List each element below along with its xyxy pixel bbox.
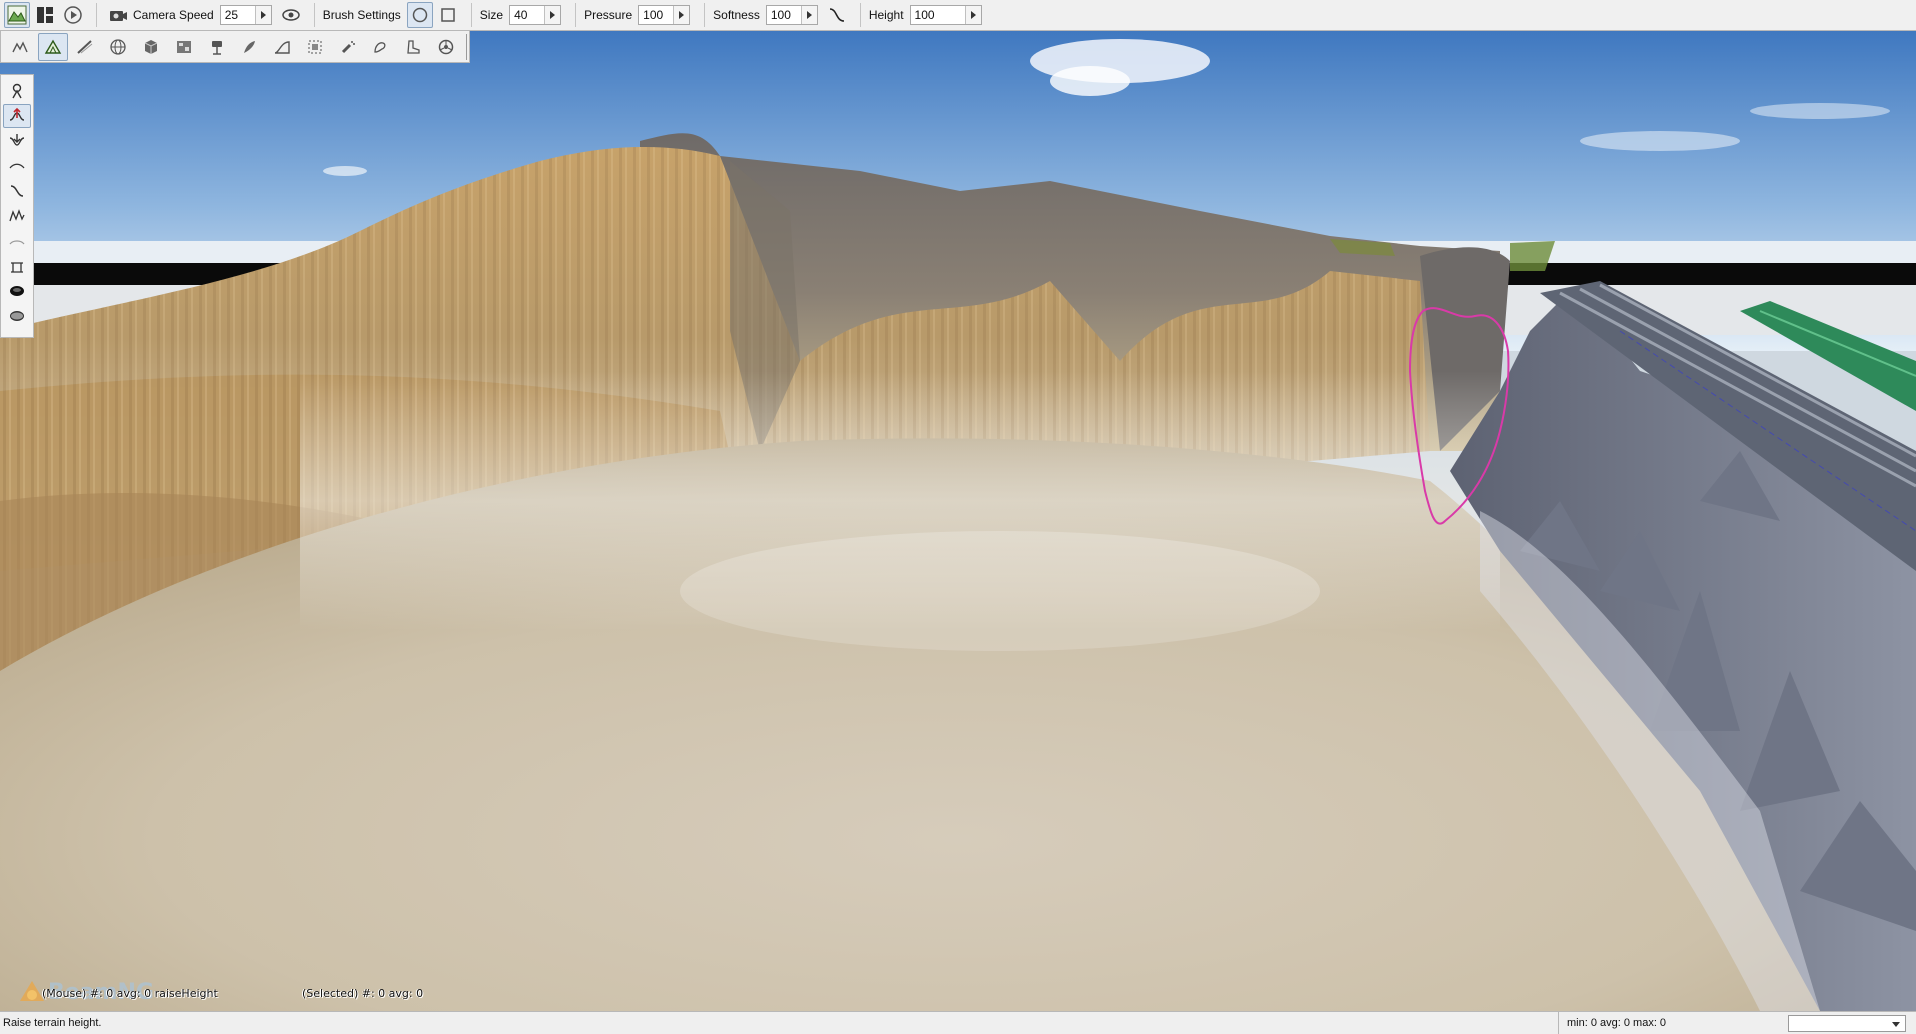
globe-icon[interactable]	[103, 33, 133, 61]
palette-grip[interactable]	[465, 33, 469, 60]
tool-palette	[0, 31, 470, 63]
smooth-icon[interactable]	[3, 154, 31, 178]
softness-field[interactable]: 100	[765, 5, 818, 25]
pressure-value[interactable]: 100	[639, 6, 673, 24]
height-value[interactable]: 100	[911, 6, 965, 24]
terrain-import-icon[interactable]	[5, 33, 35, 61]
status-bar: Raise terrain height. min: 0 avg: 0 max:…	[0, 1011, 1916, 1034]
pressure-arrow[interactable]	[673, 6, 690, 24]
terrain-paint-icon[interactable]	[37, 32, 68, 61]
softness-label: Softness	[713, 8, 760, 22]
hand-icon[interactable]	[366, 33, 396, 61]
circle-brush-icon[interactable]	[406, 2, 433, 28]
terrain-viewport[interactable]: (Mouse) #: 0 avg: 0 raiseHeight (Selecte…	[0, 31, 1916, 1011]
size-field[interactable]: 40	[509, 5, 562, 25]
ellipse-icon[interactable]	[3, 304, 31, 328]
hole-icon[interactable]	[3, 279, 31, 303]
height-field[interactable]: 100	[909, 5, 982, 25]
feather-icon[interactable]	[234, 33, 264, 61]
road-icon[interactable]	[71, 33, 101, 61]
lower-height-icon[interactable]	[3, 129, 31, 153]
boot-icon[interactable]	[398, 33, 428, 61]
toolbar-separator	[859, 3, 861, 27]
softness-curve-icon[interactable]	[824, 2, 850, 28]
brush-settings-label: Brush Settings	[322, 8, 401, 22]
flatten-icon[interactable]	[3, 229, 31, 253]
toolbar-separator	[704, 3, 706, 27]
height-arrow[interactable]	[964, 6, 981, 24]
size-arrow[interactable]	[544, 6, 561, 24]
camera-icon[interactable]	[105, 2, 131, 28]
camera-speed-value[interactable]: 25	[221, 6, 255, 24]
clear-icon[interactable]	[3, 254, 31, 278]
toolbar-separator	[96, 3, 97, 27]
status-message: Raise terrain height.	[3, 1017, 102, 1029]
selected-info-text: (Selected) #: 0 avg: 0	[302, 987, 424, 1000]
play-icon[interactable]	[60, 2, 86, 28]
softness-value[interactable]: 100	[767, 6, 801, 24]
select-area-icon[interactable]	[300, 33, 330, 61]
height-stats: min: 0 avg: 0 max: 0	[1558, 1012, 1758, 1034]
toolbar-separator	[575, 3, 577, 27]
top-toolbar: Camera Speed 25 Brush Settings Size 40 P…	[0, 0, 1916, 31]
mouse-info-text: (Mouse) #: 0 avg: 0 raiseHeight	[42, 987, 218, 1000]
square-brush-icon[interactable]	[435, 2, 461, 28]
ramp-icon[interactable]	[267, 33, 297, 61]
camera-stand-icon[interactable]	[202, 33, 232, 61]
spray-icon[interactable]	[333, 33, 363, 61]
visibility-icon[interactable]	[278, 2, 304, 28]
pressure-field[interactable]: 100	[638, 5, 691, 25]
status-dropdown[interactable]	[1788, 1014, 1906, 1032]
pressure-label: Pressure	[584, 8, 633, 22]
panels-icon[interactable]	[32, 2, 58, 28]
noise-icon[interactable]	[3, 204, 31, 228]
wheel-icon[interactable]	[431, 33, 461, 61]
height-label: Height	[868, 8, 904, 22]
toolbar-separator	[470, 3, 472, 27]
size-label: Size	[479, 8, 504, 22]
camera-speed-arrow[interactable]	[254, 6, 271, 24]
cube-icon[interactable]	[136, 33, 166, 61]
size-value[interactable]: 40	[510, 6, 544, 24]
camera-speed-label: Camera Speed	[133, 8, 214, 22]
camera-speed-field[interactable]: 25	[219, 5, 272, 25]
terrain-tools-panel	[0, 74, 34, 338]
softness-arrow[interactable]	[800, 6, 817, 24]
slope-icon[interactable]	[3, 179, 31, 203]
terrain-editor-icon[interactable]	[4, 2, 30, 28]
terrain-scene[interactable]	[0, 31, 1916, 1011]
toolbar-separator	[313, 3, 315, 27]
raise-height-icon[interactable]	[3, 104, 31, 128]
grab-icon[interactable]	[3, 79, 31, 103]
texture-icon[interactable]	[169, 33, 199, 61]
